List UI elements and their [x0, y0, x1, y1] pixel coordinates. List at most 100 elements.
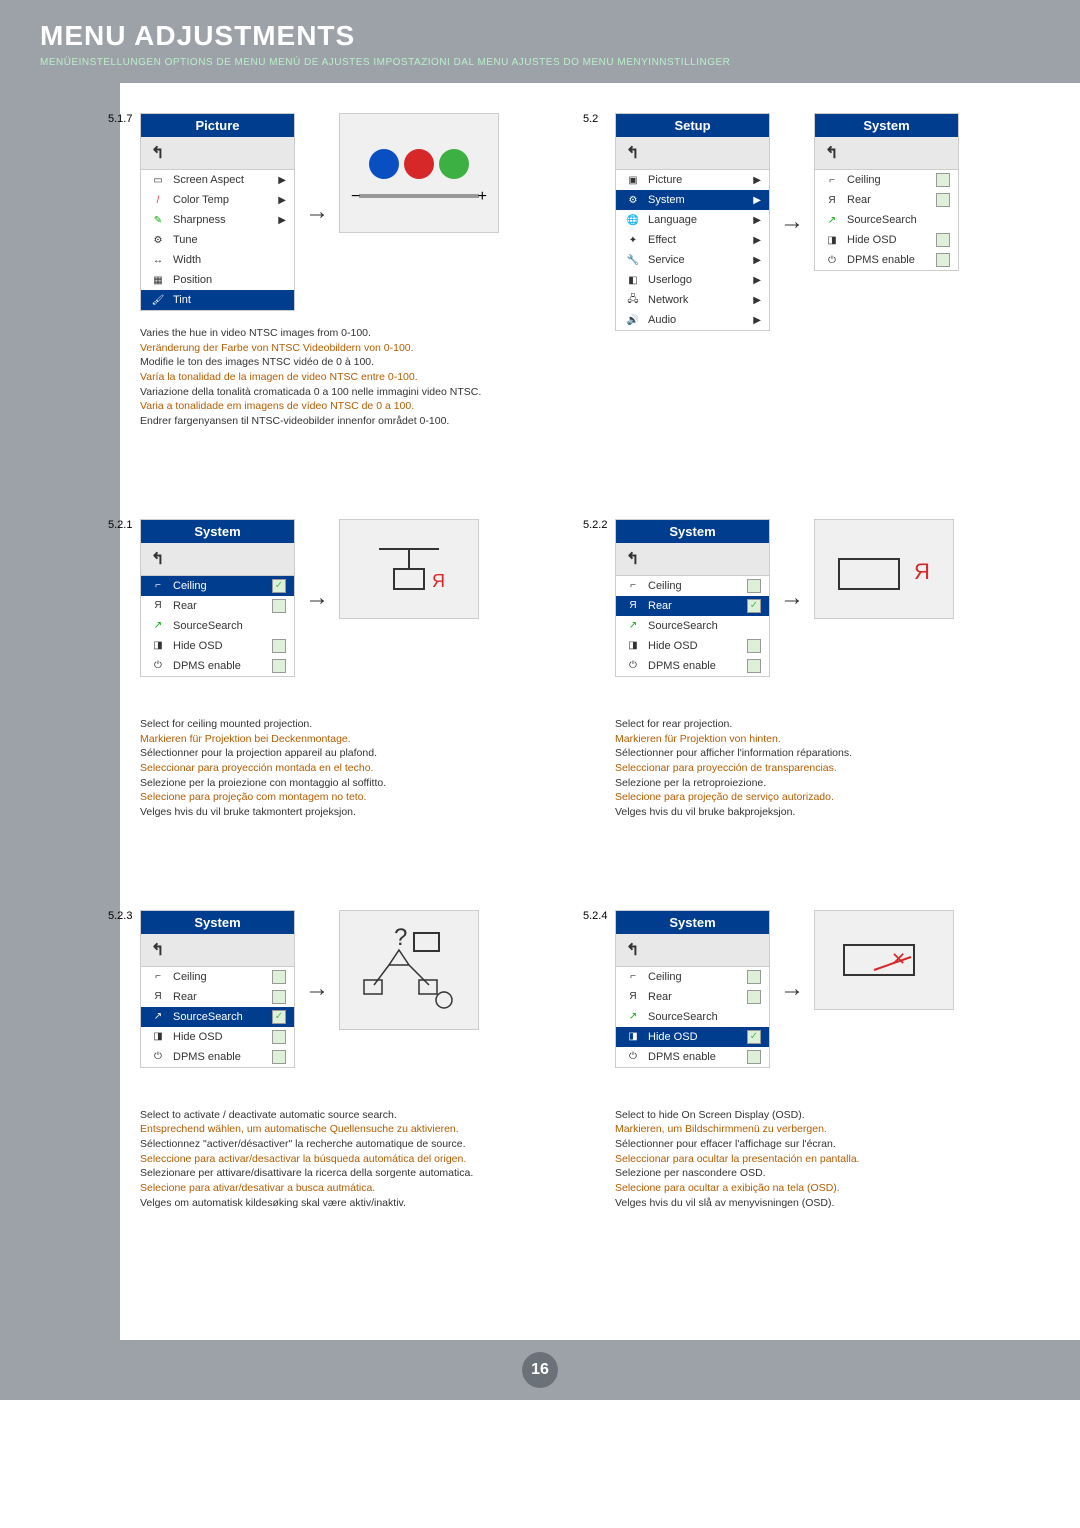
desc-line: Variazione della tonalità cromaticada 0 …: [140, 385, 585, 400]
menu-item-label: Picture: [648, 174, 682, 186]
menu-item[interactable]: ЯRear: [141, 596, 294, 616]
menu-item[interactable]: ◨Hide OSD✓: [616, 1027, 769, 1047]
menu-item[interactable]: ◧Userlogo▶: [616, 270, 769, 290]
menu-item-label: DPMS enable: [173, 660, 241, 672]
panel-row: System ↰ ⌐Ceiling ЯRear✓ ↗SourceSearch ◨…: [615, 519, 1060, 677]
menu-item[interactable]: ЯRear: [616, 987, 769, 1007]
menu-item[interactable]: ◨Hide OSD: [141, 636, 294, 656]
menu-item-label: Hide OSD: [173, 640, 223, 652]
network-icon: 🖧: [624, 293, 642, 307]
menu-item[interactable]: ✦Effect▶: [616, 230, 769, 250]
checkbox-checked: ✓: [272, 1010, 286, 1024]
checkbox: [272, 990, 286, 1004]
rear-icon: Я: [149, 599, 167, 613]
menu-item[interactable]: ✎Sharpness▶: [141, 210, 294, 230]
menu-item[interactable]: ▣ Picture ▶: [616, 170, 769, 190]
dpms-icon: ⏻: [624, 659, 642, 673]
menu-item[interactable]: ↗SourceSearch: [616, 1007, 769, 1027]
menu-item-label: Sharpness: [173, 214, 226, 226]
menu-item-label: Tint: [173, 294, 191, 306]
menu-item[interactable]: ⌐Ceiling: [815, 170, 958, 190]
desc-line: Modifie le ton des images NTSC vidéo de …: [140, 355, 585, 370]
menu-item[interactable]: ↔Width: [141, 250, 294, 270]
checkbox: [747, 1050, 761, 1064]
arrow-connector-icon: →: [780, 208, 804, 236]
menu-item[interactable]: ЯRear: [141, 987, 294, 1007]
menu-item[interactable]: 🔧Service▶: [616, 250, 769, 270]
menu-item[interactable]: ↗SourceSearch: [141, 616, 294, 636]
audio-icon: 🔊: [624, 313, 642, 327]
menu-back[interactable]: ↰: [141, 934, 294, 967]
checkbox: [747, 639, 761, 653]
menu-title: Setup: [616, 114, 769, 137]
menu-item[interactable]: ЯRear✓: [616, 596, 769, 616]
menu-item[interactable]: ▭Screen Aspect▶: [141, 170, 294, 190]
menu-item[interactable]: 🌐Language▶: [616, 210, 769, 230]
menu-item[interactable]: ⚙Tune: [141, 230, 294, 250]
menu-item[interactable]: ⚙System▶: [616, 190, 769, 210]
picture-icon: ▣: [624, 173, 642, 187]
checkbox: [936, 233, 950, 247]
menu-item-label: Rear: [648, 600, 672, 612]
desc-line: Sélectionnez "activer/désactiver" la rec…: [140, 1137, 585, 1152]
menu-item-label: Tune: [173, 234, 198, 246]
menu-item[interactable]: ⌐Ceiling✓: [141, 576, 294, 596]
desc-line: Veränderung der Farbe von NTSC Videobild…: [140, 341, 585, 356]
menu-item[interactable]: ◨Hide OSD: [616, 636, 769, 656]
panel-row: System ↰ ⌐Ceiling ЯRear ↗SourceSearch ◨H…: [615, 910, 1060, 1068]
desc-line: Entsprechend wählen, um automatische Que…: [140, 1122, 585, 1137]
checkbox: [747, 659, 761, 673]
menu-item[interactable]: ⌐Ceiling: [616, 576, 769, 596]
color-circles: [369, 149, 469, 179]
rear-icon: Я: [823, 193, 841, 207]
menu-item[interactable]: 🔊Audio▶: [616, 310, 769, 330]
desc-line: Sélectionner pour la projection appareil…: [140, 746, 585, 761]
submenu-arrow-icon: ▶: [753, 195, 761, 206]
menu-back[interactable]: ↰: [616, 137, 769, 170]
section-522: 5.2.2 System ↰ ⌐Ceiling ЯRear✓ ↗SourceSe…: [615, 519, 1060, 820]
menu-item[interactable]: ⏻DPMS enable: [141, 656, 294, 676]
menu-item[interactable]: ЯRear: [815, 190, 958, 210]
menu-item[interactable]: ⏻DPMS enable: [815, 250, 958, 270]
menu-item-label: Language: [648, 214, 697, 226]
section-52: 5.2 Setup ↰ ▣Picture▶ ⚙System▶ 🌐Language…: [615, 113, 1060, 429]
ceiling-mount-icon: Я: [369, 539, 449, 599]
arrow-connector-icon: →: [305, 584, 329, 612]
menu-item-label: Userlogo: [648, 274, 692, 286]
arrow-connector-icon: →: [305, 198, 329, 226]
submenu-arrow-icon: ▶: [753, 175, 761, 186]
desc-line: Velges hvis du vil bruke bakprojeksjon.: [615, 805, 1060, 820]
menu-item[interactable]: ⏻DPMS enable: [616, 1047, 769, 1067]
menu-item[interactable]: 🖌Tint: [141, 290, 294, 310]
back-arrow-icon: ↰: [151, 145, 164, 162]
system-menu-panel: System ↰ ⌐Ceiling ЯRear ↗SourceSearch ◨H…: [615, 910, 770, 1068]
menu-item[interactable]: ◨Hide OSD: [141, 1027, 294, 1047]
menu-item[interactable]: ⌐Ceiling: [141, 967, 294, 987]
menu-item[interactable]: ⏻DPMS enable: [616, 656, 769, 676]
menu-item[interactable]: ⏻DPMS enable: [141, 1047, 294, 1067]
menu-item[interactable]: /Color Temp▶: [141, 190, 294, 210]
effect-icon: ✦: [624, 233, 642, 247]
menu-item[interactable]: ↗SourceSearch: [616, 616, 769, 636]
menu-back[interactable]: ↰: [141, 137, 294, 170]
menu-back[interactable]: ↰: [815, 137, 958, 170]
menu-title: System: [141, 520, 294, 543]
desc-line: Selecione para ativar/desativar a busca …: [140, 1181, 585, 1196]
section-number: 5.2: [583, 113, 598, 125]
menu-item[interactable]: ↗SourceSearch✓: [141, 1007, 294, 1027]
left-gutter: [0, 83, 120, 1340]
hide-osd-icon: ◨: [624, 639, 642, 653]
menu-item[interactable]: ⌐Ceiling: [616, 967, 769, 987]
menu-item[interactable]: ↗SourceSearch: [815, 210, 958, 230]
menu-back[interactable]: ↰: [141, 543, 294, 576]
submenu-arrow-icon: ▶: [753, 295, 761, 306]
page-title: MENU ADJUSTMENTS: [40, 20, 1040, 52]
menu-back[interactable]: ↰: [616, 934, 769, 967]
menu-item[interactable]: 🖧Network▶: [616, 290, 769, 310]
red-circle-icon: [404, 149, 434, 179]
menu-title: System: [616, 520, 769, 543]
menu-back[interactable]: ↰: [616, 543, 769, 576]
menu-item-label: SourceSearch: [173, 1011, 243, 1023]
menu-item[interactable]: ◨Hide OSD: [815, 230, 958, 250]
menu-item[interactable]: ▦Position: [141, 270, 294, 290]
